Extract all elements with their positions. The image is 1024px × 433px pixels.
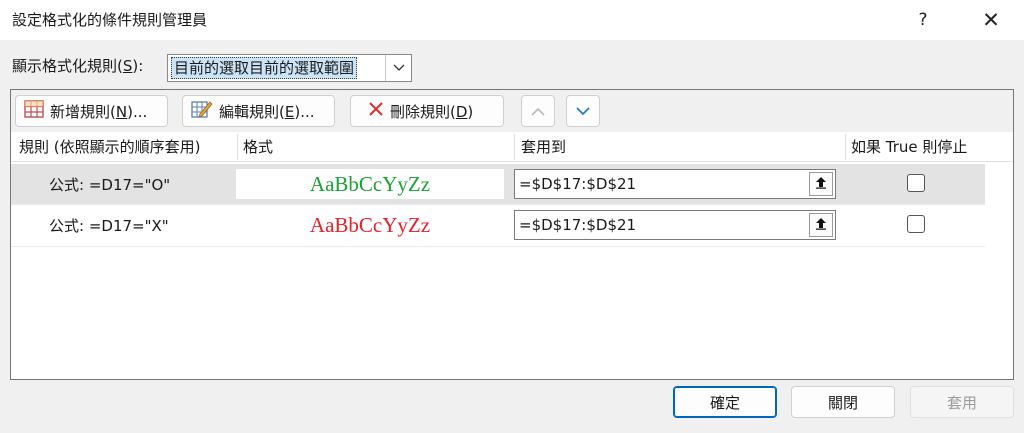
stop-if-true-checkbox[interactable] [907, 174, 925, 192]
close-icon: ✕ [982, 8, 1000, 32]
rules-panel: 新增規則(N)... 編輯規則(E)... 刪除規則(D) 規則 (依照顯示的順… [10, 89, 1014, 380]
chevron-up-icon [531, 102, 545, 120]
rule-description: 公式: =D17="O" [49, 176, 171, 194]
new-rule-button[interactable]: 新增規則(N)... [15, 95, 168, 127]
show-rules-dropdown[interactable]: 目前的選取目前的選取範圍 [167, 54, 412, 82]
edit-rule-button[interactable]: 編輯規則(E)... [182, 95, 335, 127]
help-icon: ? [918, 10, 928, 30]
title-bar: 設定格式化的條件規則管理員 ? ✕ [0, 0, 1024, 40]
close-button[interactable]: 關閉 [791, 386, 895, 418]
apply-button[interactable]: 套用 [910, 386, 1014, 418]
arrow-up-icon [815, 217, 827, 234]
format-preview-text: AaBbCcYyZz [309, 212, 431, 237]
applies-to-field[interactable]: =$D$17:$D$21 [514, 169, 836, 199]
rules-table-header: 規則 (依照顯示的順序套用) 格式 套用到 如果 True 則停止 [11, 132, 1013, 162]
column-divider[interactable] [514, 134, 515, 160]
edit-rule-pencil-icon [191, 99, 213, 123]
collapse-dialog-button[interactable] [809, 213, 833, 237]
applies-to-value: =$D$17:$D$21 [519, 175, 637, 193]
ok-button[interactable]: 確定 [673, 386, 777, 418]
new-rule-grid-icon [24, 100, 44, 122]
show-rules-label: 顯示格式化規則(S): [12, 57, 144, 75]
move-up-button[interactable] [521, 95, 555, 127]
dialog-title: 設定格式化的條件規則管理員 [12, 11, 208, 29]
format-preview-text: AaBbCcYyZz [309, 171, 431, 196]
delete-rule-button[interactable]: 刪除規則(D) [350, 95, 504, 127]
column-divider[interactable] [237, 134, 238, 160]
chevron-down-icon [576, 102, 590, 120]
delete-rule-label: 刪除規則(D) [390, 102, 474, 121]
rule-description: 公式: =D17="X" [49, 217, 169, 235]
format-preview: AaBbCcYyZz [236, 169, 504, 199]
delete-x-icon [368, 101, 384, 121]
move-down-button[interactable] [566, 95, 600, 127]
close-dialog-button[interactable]: ✕ [966, 2, 1016, 38]
column-header-stop-if-true[interactable]: 如果 True 則停止 [851, 132, 967, 162]
applies-to-value: =$D$17:$D$21 [519, 216, 637, 234]
help-button[interactable]: ? [900, 2, 946, 38]
rule-row[interactable]: 公式: =D17="X" AaBbCcYyZz =$D$17:$D$21 [11, 205, 985, 245]
arrow-up-icon [815, 176, 827, 193]
row-divider [11, 246, 985, 247]
column-header-rule[interactable]: 規則 (依照顯示的順序套用) [19, 132, 200, 162]
edit-rule-label: 編輯規則(E)... [219, 102, 315, 121]
stop-if-true-checkbox[interactable] [907, 215, 925, 233]
new-rule-label: 新增規則(N)... [50, 102, 148, 121]
conditional-format-rules-manager-dialog: 設定格式化的條件規則管理員 ? ✕ 顯示格式化規則(S): 目前的選取目前的選取… [0, 0, 1024, 433]
column-header-format[interactable]: 格式 [243, 132, 273, 162]
show-rules-selected-value: 目前的選取目前的選取範圍 [171, 57, 358, 79]
column-divider[interactable] [845, 134, 846, 160]
rules-toolbar: 新增規則(N)... 編輯規則(E)... 刪除規則(D) [11, 90, 1013, 132]
chevron-down-icon[interactable] [385, 55, 411, 81]
applies-to-field[interactable]: =$D$17:$D$21 [514, 210, 836, 240]
format-preview: AaBbCcYyZz [236, 210, 504, 240]
column-header-applies-to[interactable]: 套用到 [521, 132, 566, 162]
collapse-dialog-button[interactable] [809, 172, 833, 196]
rule-row[interactable]: 公式: =D17="O" AaBbCcYyZz =$D$17:$D$21 [11, 164, 985, 204]
